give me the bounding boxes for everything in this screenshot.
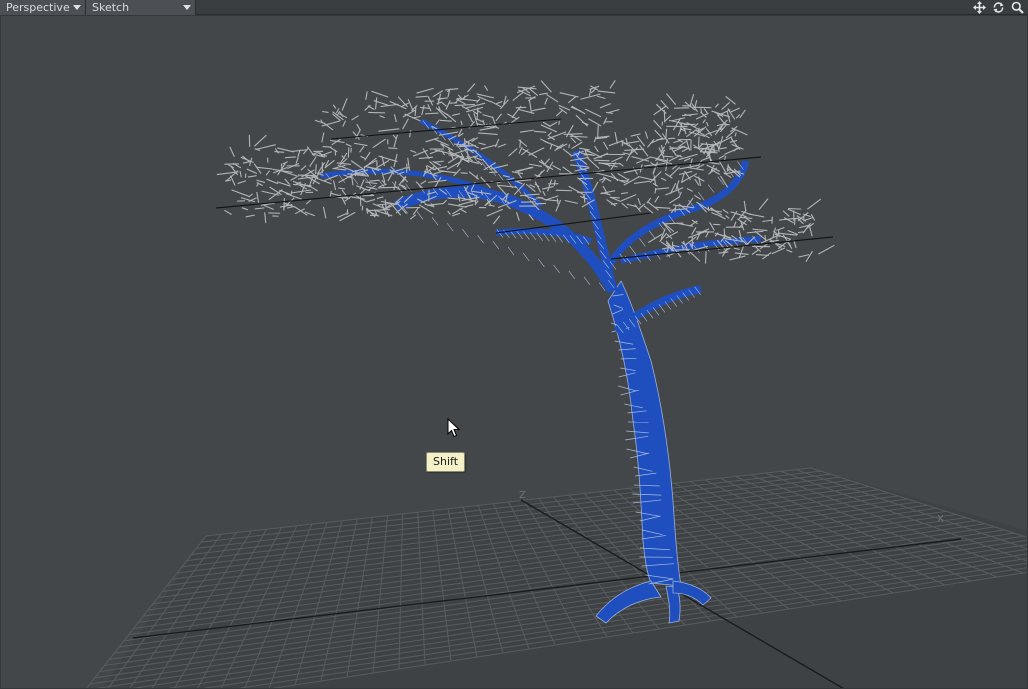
- view-mode-label: Perspective: [6, 1, 70, 14]
- viewport-toolbar: Perspective Sketch: [0, 0, 1028, 15]
- rotate-view-icon[interactable]: [991, 0, 1006, 15]
- render-style-label: Sketch: [92, 1, 130, 14]
- chevron-down-icon: [73, 5, 81, 10]
- scene-canvas: [86, 80, 1027, 688]
- move-view-icon[interactable]: [972, 0, 987, 15]
- ground-grid: [86, 467, 1027, 688]
- modifier-key-tooltip: Shift: [426, 452, 466, 472]
- zoom-view-icon[interactable]: [1010, 0, 1025, 15]
- view-mode-dropdown[interactable]: Perspective: [0, 0, 86, 15]
- render-style-dropdown[interactable]: Sketch: [86, 0, 196, 15]
- perspective-viewport[interactable]: Z X Shift: [0, 15, 1028, 689]
- axis-z-label: Z: [519, 490, 526, 501]
- chevron-down-icon: [183, 5, 191, 10]
- axis-x-label: X: [937, 514, 944, 525]
- mouse-cursor-icon: [447, 417, 461, 442]
